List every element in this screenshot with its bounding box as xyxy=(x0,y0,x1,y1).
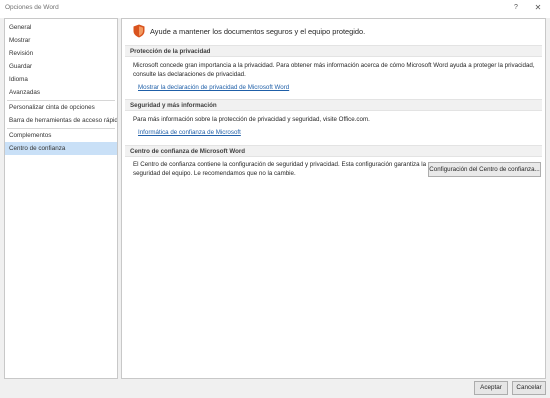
sidebar-item-add-ins[interactable]: Complementos xyxy=(5,129,117,142)
trustworthy-computing-link[interactable]: Informática de confianza de Microsoft xyxy=(138,129,241,136)
section-privacy-title: Protección de la privacidad xyxy=(125,45,542,57)
title-bar: Opciones de Word ? ✕ xyxy=(0,0,550,18)
options-sidebar: General Mostrar Revisión Guardar Idioma … xyxy=(4,18,118,379)
privacy-text-line: consulte las declaraciones de privacidad… xyxy=(133,70,246,78)
help-button[interactable]: ? xyxy=(510,2,522,14)
sidebar-item-quick-access-toolbar[interactable]: Barra de herramientas de acceso rápido xyxy=(5,114,117,127)
trust-center-panel: Ayude a mantener los documentos seguros … xyxy=(121,18,546,379)
trust-center-text-line: El Centro de confianza contiene la confi… xyxy=(133,161,427,168)
sidebar-item-general[interactable]: General xyxy=(5,21,117,34)
shield-icon xyxy=(133,24,145,38)
security-text: Para más información sobre la protección… xyxy=(133,116,370,123)
close-button[interactable]: ✕ xyxy=(532,2,544,14)
sidebar-item-advanced[interactable]: Avanzadas xyxy=(5,86,117,99)
section-trust-center-title: Centro de confianza de Microsoft Word xyxy=(125,145,542,157)
sidebar-item-language[interactable]: Idioma xyxy=(5,73,117,86)
word-options-dialog: Opciones de Word ? ✕ General Mostrar Rev… xyxy=(0,0,550,398)
privacy-statement-link[interactable]: Mostrar la declaración de privacidad de … xyxy=(138,84,289,91)
sidebar-item-customize-ribbon[interactable]: Personalizar cinta de opciones xyxy=(5,101,117,114)
window-title: Opciones de Word xyxy=(5,4,59,11)
sidebar-item-trust-center[interactable]: Centro de confianza xyxy=(5,142,117,155)
sidebar-item-proofing[interactable]: Revisión xyxy=(5,47,117,60)
privacy-text-line: Microsoft concede gran importancia a la … xyxy=(133,62,535,69)
panel-header: Ayude a mantener los documentos seguros … xyxy=(150,27,366,36)
trust-center-text: El Centro de confianza contiene la confi… xyxy=(133,161,426,178)
privacy-text: Microsoft concede gran importancia a la … xyxy=(133,62,535,79)
cancel-button[interactable]: Cancelar xyxy=(512,381,546,395)
accept-button[interactable]: Aceptar xyxy=(474,381,508,395)
trust-center-settings-button[interactable]: Configuración del Centro de confianza... xyxy=(428,162,541,177)
trust-center-text-line: seguridad del equipo. Le recomendamos qu… xyxy=(133,169,296,177)
sidebar-item-display[interactable]: Mostrar xyxy=(5,34,117,47)
section-security-title: Seguridad y más información xyxy=(125,99,542,111)
sidebar-item-save[interactable]: Guardar xyxy=(5,60,117,73)
